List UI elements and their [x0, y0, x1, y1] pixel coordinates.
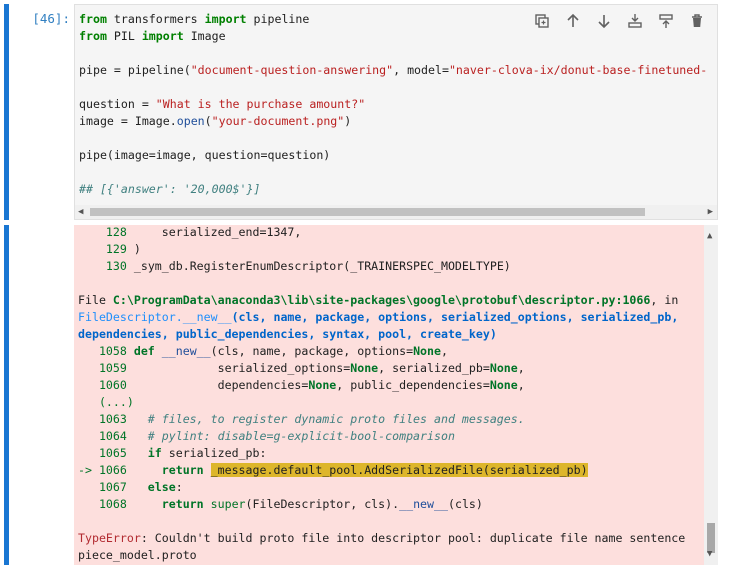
scroll-right-icon[interactable]: ▶ [708, 207, 713, 217]
execution-count-prompt: [46]: [32, 11, 70, 26]
traceback-line: 1063 # files, to register dynamic proto … [78, 412, 525, 426]
move-down-button[interactable] [592, 10, 616, 32]
traceback-text: 128 serialized_end=1347, 129 ) 130 _sym_… [78, 225, 685, 564]
traceback-ellipsis: (...) [78, 395, 134, 409]
code-line: image = Image.open("your-document.png") [79, 114, 352, 128]
duplicate-cell-button[interactable] [530, 10, 554, 32]
insert-above-icon [628, 14, 642, 28]
traceback-file-line: File C:\ProgramData\anaconda3\lib\site-p… [78, 293, 679, 307]
traceback-current-line: -> 1066 return _message.default_pool.Add… [78, 463, 588, 477]
duplicate-icon [535, 14, 549, 28]
scroll-left-icon[interactable]: ◀ [78, 207, 83, 217]
move-up-button[interactable] [561, 10, 585, 32]
error-output: 128 serialized_end=1347, 129 ) 130 _sym_… [74, 225, 704, 565]
error-message: TypeError: Couldn't build proto file int… [78, 531, 686, 545]
error-message-cont: piece_model.proto [78, 548, 197, 562]
code-editor[interactable]: from transformers import pipeline from PI… [74, 4, 718, 220]
traceback-line: 1067 else: [78, 480, 183, 494]
scroll-down-icon[interactable]: ▼ [707, 549, 712, 559]
active-cell-indicator [4, 4, 9, 220]
code-line: pipe = pipeline("document-question-answe… [79, 63, 708, 77]
traceback-line: 1060 dependencies=None, public_dependenc… [78, 378, 525, 392]
code-line: question = "What is the purchase amount?… [79, 97, 366, 111]
cell-toolbar [530, 10, 709, 32]
traceback-line: 128 serialized_end=1347, [78, 225, 302, 239]
traceback-line: dependencies, public_dependencies, synta… [78, 327, 497, 341]
output-cell-indicator [4, 225, 9, 565]
insert-below-icon [659, 14, 673, 28]
horizontal-scrollbar[interactable]: ◀ ▶ [75, 205, 717, 219]
traceback-line: 1068 return super(FileDescriptor, cls)._… [78, 497, 483, 511]
traceback-line-blank [78, 275, 685, 292]
scroll-up-icon[interactable]: ▲ [707, 231, 712, 241]
traceback-line: 1064 # pylint: disable=g-explicit-bool-c… [78, 429, 455, 443]
traceback-line-blank [78, 513, 685, 530]
traceback-line: FileDescriptor.__new__(cls, name, packag… [78, 310, 679, 324]
delete-cell-button[interactable] [685, 10, 709, 32]
vertical-scrollbar[interactable]: ▲ ▼ [704, 225, 718, 565]
code-text[interactable]: from transformers import pipeline from PI… [79, 11, 707, 198]
traceback-line: 1058 def __new__(cls, name, package, opt… [78, 344, 448, 358]
traceback-line: 129 ) [78, 242, 141, 256]
traceback-line: 1065 if serialized_pb: [78, 446, 267, 460]
trash-icon [692, 14, 702, 27]
highlighted-call: _message.default_pool.AddSerializedFile(… [210, 463, 588, 477]
insert-below-button[interactable] [654, 10, 678, 32]
horizontal-scroll-thumb[interactable] [90, 208, 645, 216]
code-line: pipe(image=image, question=question) [79, 148, 331, 162]
insert-above-button[interactable] [623, 10, 647, 32]
arrow-up-icon [567, 13, 579, 27]
arrow-down-icon [598, 15, 610, 29]
traceback-line: 1059 serialized_options=None, serialized… [78, 361, 525, 375]
code-line: ## [{'answer': '20,000$'}] [79, 182, 261, 196]
traceback-line: 130 _sym_db.RegisterEnumDescriptor(_TRAI… [78, 259, 511, 273]
